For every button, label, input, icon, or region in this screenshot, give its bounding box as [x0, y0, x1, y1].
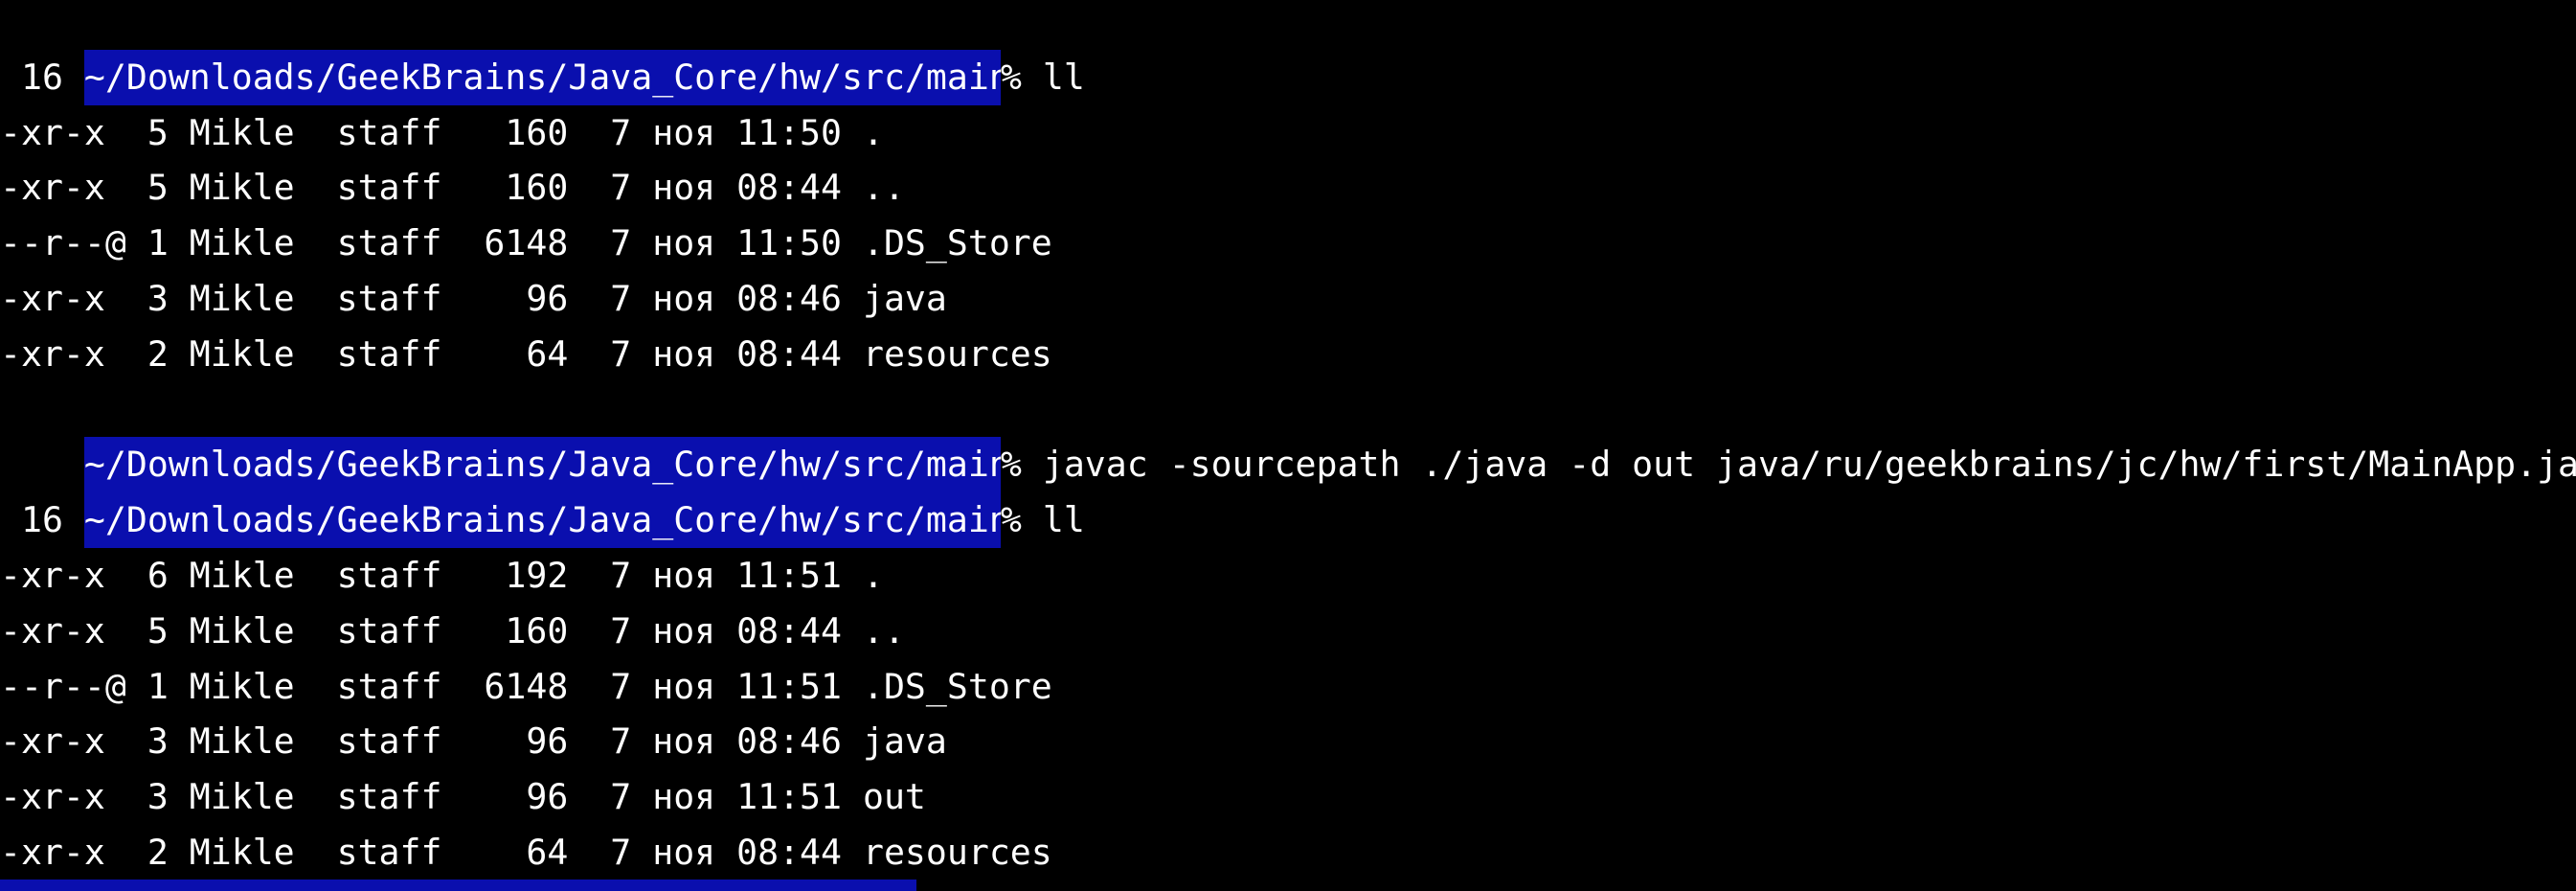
- output-line: -xr-x 2 Mikle staff 64 7 ноя 08:44 resou…: [0, 332, 1052, 375]
- output-line: -xr-x 5 Mikle staff 160 7 ноя 11:50 .: [0, 111, 884, 153]
- output-line: 16: [0, 499, 63, 541]
- prompt-symbol: %: [1000, 56, 1043, 98]
- output-line: -xr-x 3 Mikle staff 96 7 ноя 08:46 java: [0, 720, 947, 763]
- prompt-line[interactable]: ~/Downloads/GeekBrains/Java_Core/hw/src/…: [0, 382, 2576, 493]
- terminal-window[interactable]: ~/Downloads/GeekBrains/Java_Core/hw/src/…: [0, 0, 2576, 891]
- prompt-symbol: %: [1000, 499, 1043, 541]
- command-text: javac -sourcepath ./java -d out java/ru/…: [1042, 444, 2576, 486]
- output-line: -xr-x 5 Mikle staff 160 7 ноя 08:44 ..: [0, 609, 905, 651]
- output-line: -xr-x 3 Mikle staff 96 7 ноя 08:46 java: [0, 278, 947, 319]
- output-line: --r--@ 1 Mikle staff 6148 7 ноя 11:50 .D…: [0, 222, 1052, 264]
- command-text: ll: [1042, 499, 1085, 541]
- output-line: 16: [0, 56, 63, 98]
- next-prompt-highlight: [0, 880, 916, 891]
- output-line: -xr-x 5 Mikle staff 160 7 ноя 08:44 ..: [0, 167, 905, 209]
- prompt-line[interactable]: ~/Downloads/GeekBrains/Java_Core/hw/src/…: [0, 437, 1085, 548]
- prompt-path: ~/Downloads/GeekBrains/Java_Core/hw/src/…: [83, 492, 1001, 548]
- output-line: -xr-x 6 Mikle staff 192 7 ноя 11:51 .: [0, 555, 884, 596]
- output-line: -xr-x 3 Mikle staff 96 7 ноя 11:51 out: [0, 776, 926, 818]
- command-text: ll: [1042, 56, 1085, 98]
- output-line: --r--@ 1 Mikle staff 6148 7 ноя 11:51 .D…: [0, 665, 1052, 707]
- output-line: -xr-x 2 Mikle staff 64 7 ноя 08:44 resou…: [0, 832, 1052, 873]
- prompt-line[interactable]: ~/Downloads/GeekBrains/Java_Core/hw/src/…: [0, 0, 1085, 105]
- prompt-path: ~/Downloads/GeekBrains/Java_Core/hw/src/…: [83, 49, 1001, 105]
